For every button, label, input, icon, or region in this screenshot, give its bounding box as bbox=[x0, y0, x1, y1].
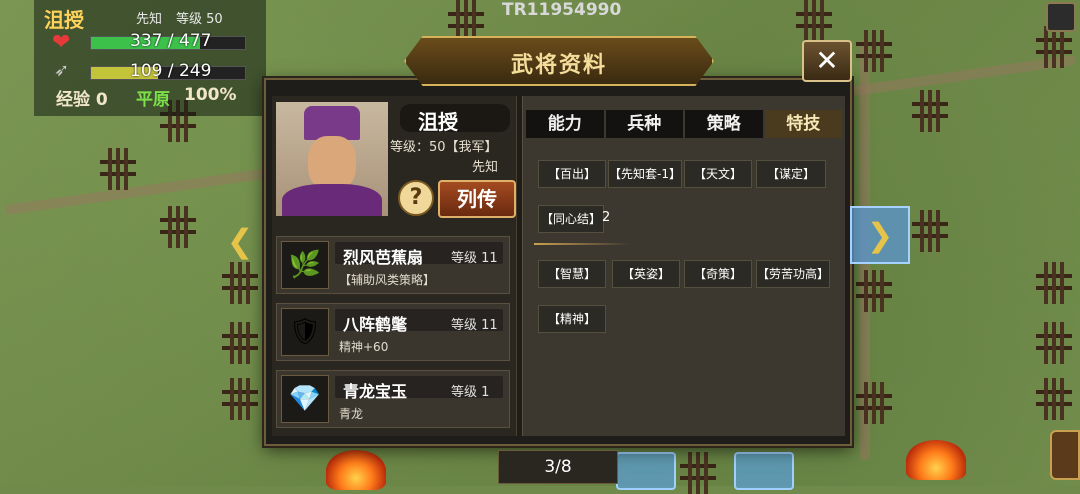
armor-icon: 🛡 bbox=[281, 308, 329, 356]
fence-tile bbox=[912, 210, 948, 252]
equipment-desc: 【辅助风类策略】 bbox=[339, 273, 436, 287]
skill-tag[interactable]: 【劳苦功高】 bbox=[756, 260, 830, 288]
fence-tile bbox=[680, 452, 716, 494]
equipment-level: 等级 11 bbox=[451, 318, 498, 333]
equipment-name: 八阵鹤氅 bbox=[343, 315, 408, 334]
equipment-slot-accessory[interactable]: 💎 青龙宝玉 等级 1 青龙 bbox=[276, 370, 510, 428]
unit-class: 先知 bbox=[136, 12, 163, 27]
exp-readout: 经验 0 bbox=[56, 90, 108, 110]
fence-tile bbox=[856, 270, 892, 312]
fence-tile bbox=[100, 148, 136, 190]
side-panel-toggle-icon[interactable] bbox=[1050, 430, 1080, 480]
equipment-name: 烈风芭蕉扇 bbox=[343, 248, 424, 267]
info-tabs: 能力 兵种 策略 特技 bbox=[526, 110, 842, 138]
jewel-icon: 💎 bbox=[281, 375, 329, 423]
fence-tile bbox=[222, 262, 258, 304]
tab-troops[interactable]: 兵种 bbox=[605, 110, 683, 138]
unit-level: 等级 50 bbox=[176, 12, 223, 27]
fence-tile bbox=[1036, 262, 1072, 304]
terrain-name: 平原 bbox=[136, 90, 170, 110]
equipment-name: 青龙宝玉 bbox=[343, 382, 408, 401]
page-indicator: 3/8 bbox=[498, 450, 618, 484]
fan-leaf-icon: 🌿 bbox=[281, 241, 329, 289]
equipment-slot-weapon[interactable]: 🌿 烈风芭蕉扇 等级 11 【辅助风类策略】 bbox=[276, 236, 510, 294]
fence-tile bbox=[796, 0, 832, 42]
equipment-desc: 青龙 bbox=[339, 407, 364, 421]
terrain-bonus: 100% bbox=[184, 85, 237, 105]
fence-tile bbox=[222, 322, 258, 364]
menu-icon[interactable] bbox=[1046, 2, 1076, 32]
skill-divider bbox=[534, 243, 630, 245]
mp-text: 109 / 249 bbox=[130, 61, 212, 81]
skill-tag[interactable]: 【天文】 bbox=[684, 160, 752, 188]
dialog-title-plate: 武将资料 bbox=[404, 36, 714, 86]
skill-tag[interactable]: 【百出】 bbox=[538, 160, 606, 188]
equipment-desc: 精神+60 bbox=[339, 340, 389, 354]
equipment-level: 等级 11 bbox=[451, 251, 498, 266]
fence-tile bbox=[160, 206, 196, 248]
fire-tile bbox=[326, 450, 386, 490]
dialog-title: 武将资料 bbox=[510, 53, 607, 78]
equipment-slot-armor[interactable]: 🛡 八阵鹤氅 等级 11 精神+60 bbox=[276, 303, 510, 361]
prev-general-arrow-icon[interactable]: ❮ bbox=[222, 222, 258, 262]
equipment-level: 等级 1 bbox=[451, 385, 490, 400]
close-button[interactable]: ✕ bbox=[802, 40, 852, 82]
fence-tile bbox=[912, 90, 948, 132]
tab-tactics[interactable]: 策略 bbox=[685, 110, 763, 138]
fire-tile bbox=[906, 440, 966, 480]
skill-tag[interactable]: 【谋定】 bbox=[756, 160, 826, 188]
fence-tile bbox=[1036, 26, 1072, 68]
unit-status-panel: 沮授 先知 等级 50 ❤ 337 / 477 ➶ 109 / 249 经验 0… bbox=[34, 0, 266, 116]
map-code: TR11954990 bbox=[502, 0, 622, 20]
unit-name: 沮授 bbox=[44, 8, 84, 32]
tab-skills[interactable]: 特技 bbox=[764, 110, 842, 138]
general-level: 等级：50【我军】 bbox=[390, 140, 498, 155]
tab-ability[interactable]: 能力 bbox=[526, 110, 604, 138]
feather-icon: ➶ bbox=[54, 60, 70, 81]
skill-tag[interactable]: 【先知套-1】 bbox=[608, 160, 682, 188]
skill-tag[interactable]: 【智慧】 bbox=[538, 260, 606, 288]
general-class: 先知 bbox=[472, 160, 499, 175]
skill-tag[interactable]: 【奇策】 bbox=[684, 260, 752, 288]
fence-tile bbox=[1036, 322, 1072, 364]
heart-icon: ❤ bbox=[52, 30, 71, 55]
fence-tile bbox=[222, 378, 258, 420]
unit-tile[interactable] bbox=[616, 452, 676, 490]
general-name: 沮授 bbox=[418, 110, 458, 134]
general-portrait bbox=[276, 102, 388, 216]
fence-tile bbox=[856, 30, 892, 72]
fence-tile bbox=[1036, 378, 1072, 420]
skill-tag[interactable]: 【同心结】 bbox=[538, 205, 604, 233]
skill-count: 2 bbox=[602, 210, 611, 225]
skill-tag[interactable]: 【精神】 bbox=[538, 305, 606, 333]
next-general-arrow-icon[interactable]: ❯ bbox=[850, 206, 910, 264]
unit-tile[interactable] bbox=[734, 452, 794, 490]
hp-text: 337 / 477 bbox=[130, 31, 212, 51]
help-button[interactable]: ? bbox=[398, 180, 434, 216]
fence-tile bbox=[448, 0, 484, 42]
biography-button[interactable]: 列传 bbox=[438, 180, 516, 218]
fence-tile bbox=[856, 382, 892, 424]
skill-tag[interactable]: 【英姿】 bbox=[612, 260, 680, 288]
